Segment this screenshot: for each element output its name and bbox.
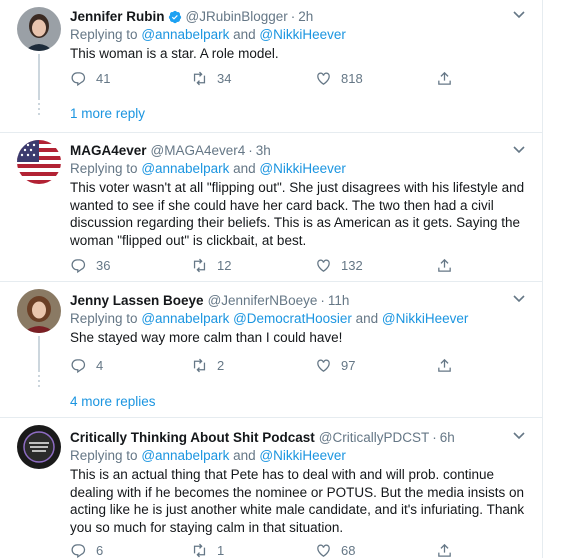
reply-icon [71, 359, 86, 374]
reply-count: 6 [96, 543, 104, 558]
reply-button[interactable]: 36 [70, 257, 110, 274]
replying-to: Replying to @annabelpark @DemocratHoosie… [70, 311, 469, 326]
reply-count: 4 [96, 358, 104, 373]
like-button[interactable]: 132 [315, 257, 363, 274]
share-button[interactable] [436, 257, 462, 274]
mention-link[interactable]: @NikkiHeever [259, 448, 345, 463]
reply-count: 41 [96, 71, 111, 86]
avatar[interactable] [17, 425, 61, 469]
reply-count: 36 [96, 258, 111, 273]
mention-link[interactable]: @NikkiHeever [259, 27, 345, 42]
author-name[interactable]: MAGA4ever [70, 142, 147, 160]
reply-icon [71, 72, 86, 87]
mention-link[interactable]: @DemocratHoosier [233, 311, 352, 326]
mention-link[interactable]: @annabelpark [141, 448, 229, 463]
mention-link[interactable]: @annabelpark [141, 311, 229, 326]
tweet-text: This woman is a star. A role model. [70, 46, 279, 61]
thread-line [38, 54, 40, 100]
reply-feed: Jennifer Rubin @JRubinBlogger · 2h Reply… [0, 0, 543, 558]
retweet-count: 2 [217, 358, 225, 373]
share-button[interactable] [436, 357, 462, 374]
share-icon [438, 358, 451, 372]
retweet-button[interactable]: 2 [191, 357, 224, 374]
tweet-time[interactable]: 11h [328, 292, 350, 310]
share-icon [438, 543, 451, 557]
tweet[interactable]: Critically Thinking About Shit Podcast @… [0, 418, 542, 558]
tweet-time[interactable]: 2h [298, 8, 313, 26]
retweet-icon [193, 358, 206, 373]
chevron-down-icon[interactable] [511, 427, 527, 443]
share-button[interactable] [436, 70, 462, 87]
heart-icon [317, 72, 330, 85]
replying-to: Replying to @annabelpark and @NikkiHeeve… [70, 448, 346, 463]
like-button[interactable]: 97 [315, 357, 355, 374]
more-replies-link[interactable]: 1 more reply [70, 106, 145, 121]
share-icon [438, 258, 451, 272]
thread-dots [37, 375, 41, 390]
author-handle[interactable]: @JRubinBlogger [186, 8, 288, 26]
author-handle[interactable]: @CriticallyPDCST [319, 429, 429, 447]
reply-button[interactable]: 4 [70, 357, 103, 374]
reply-button[interactable]: 6 [70, 542, 103, 558]
tweet-text: This is an actual thing that Pete has to… [70, 467, 525, 535]
retweet-button[interactable]: 34 [191, 70, 231, 87]
tweet[interactable]: Jennifer Rubin @JRubinBlogger · 2h Reply… [0, 0, 542, 132]
tweet-time[interactable]: 6h [440, 429, 455, 447]
like-button[interactable]: 68 [315, 542, 355, 558]
tweet-text: She stayed way more calm than I could ha… [70, 330, 343, 345]
author-name[interactable]: Jenny Lassen Boeye [70, 292, 204, 310]
tweet-time[interactable]: 3h [256, 142, 271, 160]
like-button[interactable]: 818 [315, 70, 363, 87]
author-handle[interactable]: @MAGA4ever4 [151, 142, 246, 160]
retweet-icon [193, 258, 206, 273]
retweet-button[interactable]: 1 [191, 542, 224, 558]
author-handle[interactable]: @JenniferNBoeye [208, 292, 318, 310]
retweet-count: 1 [217, 543, 225, 558]
share-icon [438, 71, 451, 85]
like-count: 97 [341, 358, 356, 373]
heart-icon [317, 544, 330, 557]
tweet-text: This voter wasn't at all "flipping out".… [70, 180, 525, 248]
reply-icon [71, 544, 86, 558]
avatar[interactable] [17, 140, 61, 184]
avatar[interactable] [17, 7, 61, 51]
author-name[interactable]: Jennifer Rubin [70, 8, 165, 26]
retweet-button[interactable]: 12 [191, 257, 231, 274]
heart-icon [317, 359, 330, 372]
retweet-icon [193, 543, 206, 558]
chevron-down-icon[interactable] [511, 6, 527, 22]
replying-to: Replying to @annabelpark and @NikkiHeeve… [70, 161, 346, 176]
verified-badge-icon [168, 10, 182, 24]
retweet-count: 34 [217, 71, 232, 86]
avatar[interactable] [17, 289, 61, 333]
replying-to: Replying to @annabelpark and @NikkiHeeve… [70, 27, 346, 42]
chevron-down-icon[interactable] [511, 290, 527, 306]
like-count: 68 [341, 543, 356, 558]
chevron-down-icon[interactable] [511, 141, 527, 157]
thread-line [38, 336, 40, 372]
reply-button[interactable]: 41 [70, 70, 110, 87]
thread-dots [37, 103, 41, 118]
author-name[interactable]: Critically Thinking About Shit Podcast [70, 429, 315, 447]
heart-icon [317, 259, 330, 272]
share-button[interactable] [436, 542, 462, 558]
tweet[interactable]: Jenny Lassen Boeye @JenniferNBoeye · 11h… [0, 282, 542, 417]
more-replies-link[interactable]: 4 more replies [70, 394, 156, 409]
mention-link[interactable]: @annabelpark [141, 27, 229, 42]
mention-link[interactable]: @NikkiHeever [382, 311, 468, 326]
reply-icon [71, 259, 86, 274]
retweet-count: 12 [217, 258, 232, 273]
tweet[interactable]: MAGA4ever @MAGA4ever4 · 3h Replying to @… [0, 133, 542, 281]
like-count: 132 [341, 258, 363, 273]
mention-link[interactable]: @NikkiHeever [259, 161, 345, 176]
mention-link[interactable]: @annabelpark [141, 161, 229, 176]
like-count: 818 [341, 71, 363, 86]
retweet-icon [193, 71, 206, 86]
